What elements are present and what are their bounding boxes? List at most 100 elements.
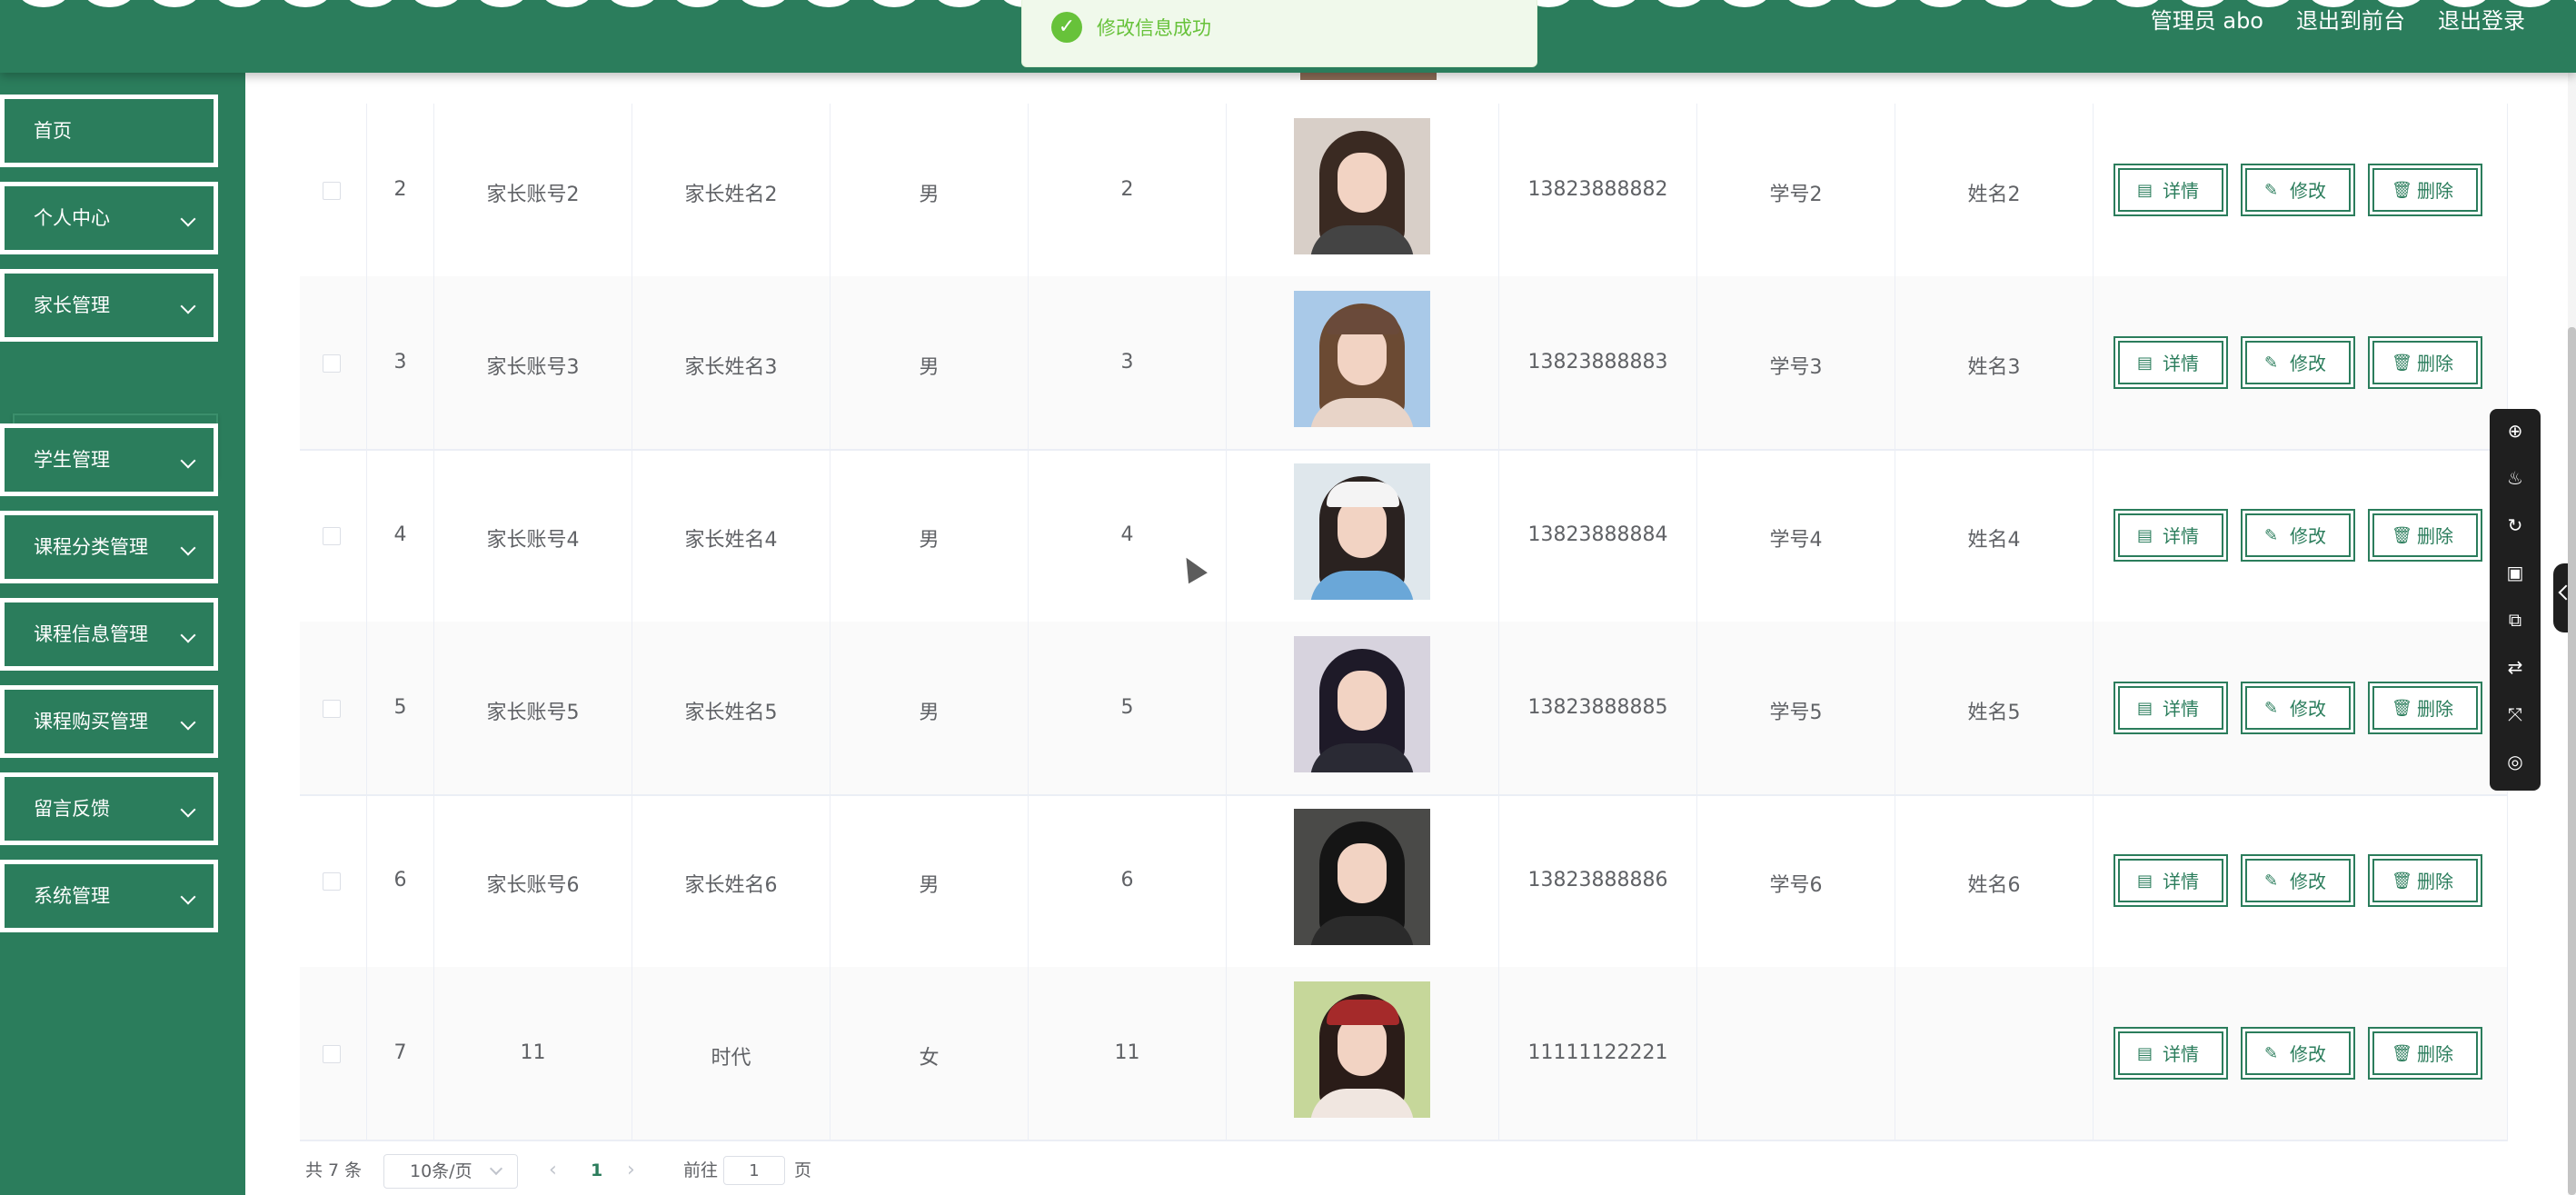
admin-user-label: 管理员 abo xyxy=(2150,8,2263,34)
row-checkbox[interactable] xyxy=(323,1045,341,1063)
sidebar-item-course-purchase-management[interactable]: 课程购买管理 xyxy=(0,685,218,758)
delete-button[interactable]: 🗑 删除 xyxy=(2368,509,2482,562)
next-page-button[interactable]: › xyxy=(627,1152,635,1189)
detail-button[interactable]: ▤ 详情 xyxy=(2114,164,2228,216)
cell-text-student-name: 姓名6 xyxy=(1967,874,2021,897)
table-cell-actions: ▤ 详情 ✎ 修改 🗑 删除 xyxy=(2094,967,2508,1140)
row-checkbox[interactable] xyxy=(323,700,341,718)
chevron-down-icon xyxy=(180,889,196,905)
sidebar-item-label: 系统管理 xyxy=(34,885,110,907)
table-cell-age: 5 xyxy=(1029,622,1227,794)
table-cell-phone: 13823888886 xyxy=(1499,794,1697,967)
avatar-image xyxy=(1294,981,1430,1118)
scrollbar-thumb[interactable] xyxy=(2568,327,2576,1195)
delete-button[interactable]: 🗑 删除 xyxy=(2368,682,2482,734)
delete-button[interactable]: 🗑 删除 xyxy=(2368,164,2482,216)
row-checkbox[interactable] xyxy=(323,872,341,891)
expand-icon[interactable]: ⤧ xyxy=(2501,700,2530,729)
scallop-shape xyxy=(2570,0,2576,7)
pagination-total: 共 7 条 xyxy=(305,1160,363,1180)
page-number-current[interactable]: 1 xyxy=(591,1152,602,1189)
scallop-shape xyxy=(214,0,265,7)
table-cell-actions: ▤ 详情 ✎ 修改 🗑 删除 xyxy=(2094,104,2508,276)
edit-button[interactable]: ✎ 修改 xyxy=(2241,854,2355,907)
avatar-cap-shape xyxy=(1327,482,1399,507)
scallop-shape xyxy=(1785,0,1835,7)
table-cell-account: 家长账号2 xyxy=(434,104,632,276)
edit-button[interactable]: ✎ 修改 xyxy=(2241,164,2355,216)
avatar-face-shape xyxy=(1338,843,1387,903)
search-icon[interactable]: ⊕ xyxy=(2501,416,2530,445)
table-cell-student-no: 学号6 xyxy=(1697,794,1895,967)
delete-button[interactable]: 🗑 删除 xyxy=(2368,336,2482,389)
sidebar-item-course-info-management[interactable]: 课程信息管理 xyxy=(0,598,218,671)
sidebar-item-feedback[interactable]: 留言反馈 xyxy=(0,772,218,845)
table-cell-account: 家长账号3 xyxy=(434,276,632,449)
table-cell-account: 家长账号4 xyxy=(434,449,632,622)
crop-icon[interactable]: ⧉ xyxy=(2501,605,2530,634)
pencil-icon: ✎ xyxy=(2264,526,2279,545)
edit-button[interactable]: ✎ 修改 xyxy=(2241,509,2355,562)
table-cell-gender: 女 xyxy=(830,967,1029,1140)
button-label: 删除 xyxy=(2417,871,2453,892)
scallop-shape xyxy=(84,0,134,7)
table-cell-student-name: 姓名5 xyxy=(1895,622,2094,794)
video-icon[interactable]: ▣ xyxy=(2501,558,2530,587)
flame-icon[interactable]: ♨ xyxy=(2501,463,2530,493)
detail-button[interactable]: ▤ 详情 xyxy=(2114,854,2228,907)
table-cell-age: 2 xyxy=(1029,104,1227,276)
table-row: 2 家长账号2 家长姓名2 男 2 13823888882 学号2 姓名2 ▤ 详情 ✎ 修改 🗑 删除 xyxy=(300,104,2508,278)
goto-page-input[interactable] xyxy=(723,1156,785,1185)
sidebar-item-home[interactable]: 首页 xyxy=(0,95,218,167)
edit-button[interactable]: ✎ 修改 xyxy=(2241,682,2355,734)
sidebar-item-student-management[interactable]: 学生管理 xyxy=(0,423,218,496)
cell-text-name: 时代 xyxy=(711,1047,751,1070)
detail-button[interactable]: ▤ 详情 xyxy=(2114,1027,2228,1080)
check-circle-icon: ✓ xyxy=(1051,12,1082,43)
refresh-icon[interactable]: ↻ xyxy=(2501,511,2530,540)
table-cell-avatar xyxy=(1227,622,1499,794)
avatar-cap-shape xyxy=(1327,309,1399,334)
table-cell-gender: 男 xyxy=(830,794,1029,967)
sidebar-item-course-category-management[interactable]: 课程分类管理 xyxy=(0,511,218,583)
document-icon: ▤ xyxy=(2137,699,2153,718)
edit-button[interactable]: ✎ 修改 xyxy=(2241,1027,2355,1080)
scallop-shape xyxy=(2439,0,2490,7)
scallop-shape xyxy=(2373,0,2424,7)
prev-page-button[interactable]: ‹ xyxy=(549,1152,557,1189)
sidebar-item-parent-management[interactable]: 家长管理 xyxy=(0,269,218,342)
table-row: 5 家长账号5 家长姓名5 男 5 13823888885 学号5 姓名5 ▤ 详情 ✎ 修改 🗑 删除 xyxy=(300,622,2508,796)
cell-text-student-name: 姓名4 xyxy=(1967,529,2021,552)
swap-icon[interactable]: ⇄ xyxy=(2501,652,2530,682)
table-cell-age: 3 xyxy=(1029,276,1227,449)
delete-button[interactable]: 🗑 删除 xyxy=(2368,854,2482,907)
cell-text-age: 2 xyxy=(1120,178,1134,201)
cell-text-student-name: 姓名3 xyxy=(1967,356,2021,379)
exit-to-front-link[interactable]: 退出到前台 xyxy=(2296,7,2405,35)
table-cell-account: 11 xyxy=(434,967,632,1140)
avatar-image xyxy=(1294,118,1430,254)
cell-text-phone: 13823888884 xyxy=(1527,523,1668,546)
floating-toolbar: ⊕ ♨ ↻ ▣ ⧉ ⇄ ⤧ ◎ xyxy=(2490,409,2541,791)
camera-icon[interactable]: ◎ xyxy=(2501,747,2530,776)
edit-button[interactable]: ✎ 修改 xyxy=(2241,336,2355,389)
table-cell-index: 3 xyxy=(367,276,434,449)
table-cell-check xyxy=(300,449,367,622)
detail-button[interactable]: ▤ 详情 xyxy=(2114,682,2228,734)
table-cell-index: 2 xyxy=(367,104,434,276)
logout-link[interactable]: 退出登录 xyxy=(2438,7,2525,35)
row-checkbox[interactable] xyxy=(323,182,341,200)
pencil-icon: ✎ xyxy=(2264,181,2279,200)
sidebar-item-system-management[interactable]: 系统管理 xyxy=(0,860,218,932)
detail-button[interactable]: ▤ 详情 xyxy=(2114,509,2228,562)
sidebar-item-label: 留言反馈 xyxy=(34,798,110,820)
page-size-select[interactable]: 10条/页 xyxy=(383,1154,518,1189)
row-checkbox[interactable] xyxy=(323,354,341,373)
avatar-face-shape xyxy=(1338,153,1387,213)
detail-button[interactable]: ▤ 详情 xyxy=(2114,336,2228,389)
scallop-shape xyxy=(1981,0,2032,7)
row-checkbox[interactable] xyxy=(323,527,341,545)
sidebar-item-personal-center[interactable]: 个人中心 xyxy=(0,182,218,254)
delete-button[interactable]: 🗑 删除 xyxy=(2368,1027,2482,1080)
cell-text-age: 4 xyxy=(1120,523,1134,546)
